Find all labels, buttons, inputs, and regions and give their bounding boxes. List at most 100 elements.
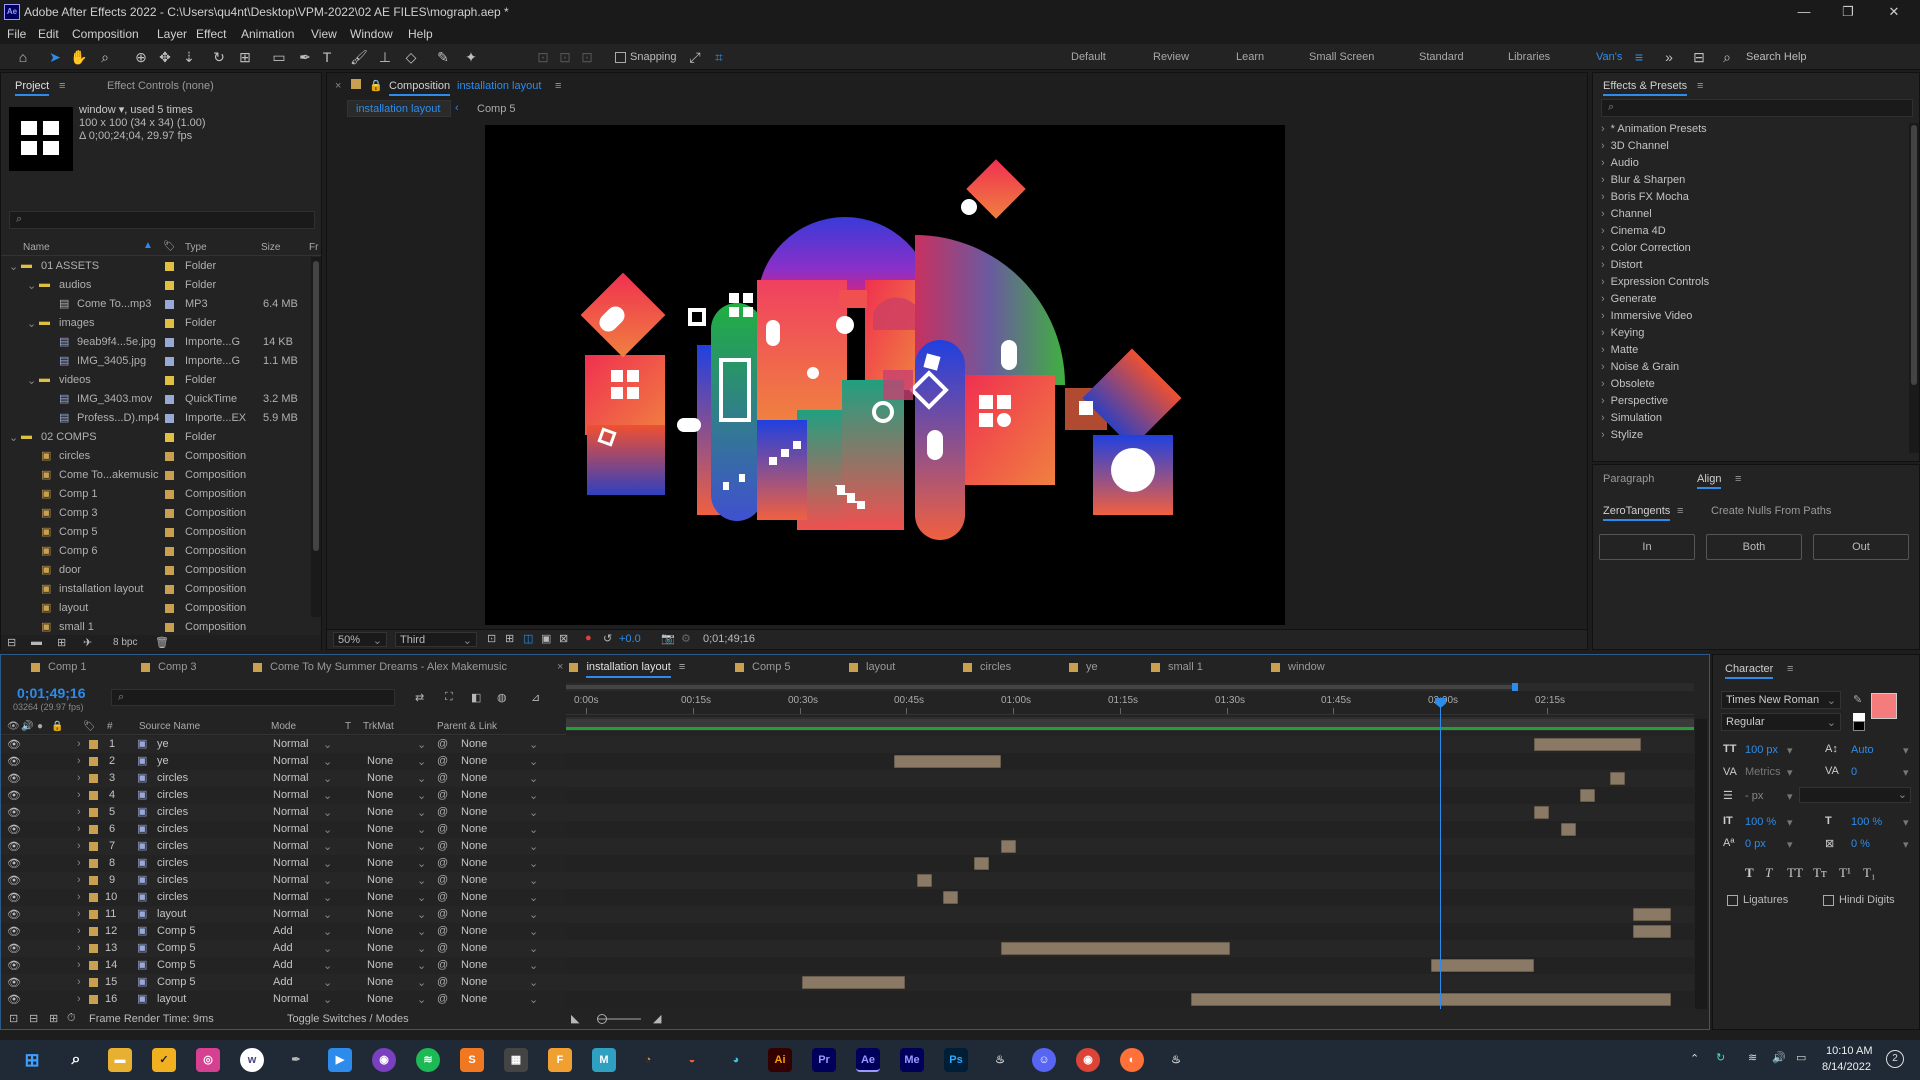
eye-icon[interactable]: 👁 [7,891,21,904]
pick-whip-icon[interactable]: @ [437,874,448,886]
track-row[interactable] [566,753,1694,770]
new-composition-icon[interactable]: ⊞ [57,636,66,649]
workspace-review[interactable]: Review [1153,51,1189,63]
chevron-down-icon[interactable]: ⌄ [417,840,426,853]
layer-parent[interactable]: None [461,772,487,784]
chevron-down-icon[interactable]: ⌄ [323,823,332,836]
notification-badge[interactable]: 2 [1886,1050,1904,1068]
timeline-tab[interactable]: layout [849,661,895,673]
instagram-icon[interactable]: ◎ [196,1048,220,1072]
layer-row[interactable]: 👁 › 14 ▣ Comp 5 Add ⌄ None ⌄ @ None ⌄ [1,957,566,974]
zoom-tool-icon[interactable]: ⌕ [96,48,114,66]
vertical-scale-value[interactable]: 100 % [1745,816,1776,828]
menu-help[interactable]: Help [408,27,433,41]
effects-search-input[interactable]: ⌕ [1601,99,1913,117]
tab-project[interactable]: Project [15,80,50,96]
chevron-down-icon[interactable]: ⌄ [529,840,538,853]
track-row[interactable] [566,736,1694,753]
eye-icon[interactable]: 👁 [7,908,21,921]
composition-viewer[interactable] [485,125,1285,625]
effect-category[interactable]: Generate [1601,293,1657,305]
layer-label-swatch[interactable] [89,961,98,970]
tray-chevron-icon[interactable]: ⌃ [1690,1052,1699,1065]
project-item[interactable]: ▣ Comp 1 Composition [1,485,311,504]
chevron-right-icon[interactable]: › [77,942,81,954]
layer-trkmat[interactable]: None [367,755,393,767]
layer-row[interactable]: 👁 › 16 ▣ layout Normal ⌄ None ⌄ @ None ⌄ [1,991,566,1008]
layer-trkmat[interactable]: None [367,891,393,903]
render-queue-icon[interactable]: ✈ [83,636,92,649]
chevron-down-icon[interactable]: ▾ [1903,838,1909,851]
project-item[interactable]: ⌄ ▬ videos Folder [1,371,311,390]
menu-effect[interactable]: Effect [196,27,226,41]
chevron-down-icon[interactable]: ⌄ [529,823,538,836]
layer-name[interactable]: Comp 5 [157,959,196,971]
layer-label-swatch[interactable] [89,757,98,766]
pen-tool-icon[interactable]: ✒ [296,48,314,66]
superscript-icon[interactable]: T¹ [1839,865,1851,881]
effect-category[interactable]: Immersive Video [1601,310,1693,322]
chevron-down-icon[interactable]: ⌄ [417,823,426,836]
layer-parent[interactable]: None [461,823,487,835]
new-folder-icon[interactable]: ▬ [31,636,42,648]
snap-edges-icon[interactable]: ⤢ [686,48,704,66]
source-name-header[interactable]: Source Name [139,721,200,732]
chevron-down-icon[interactable]: ▾ [1787,766,1793,779]
sublime-text-icon[interactable]: S [460,1048,484,1072]
layer-name[interactable]: Comp 5 [157,925,196,937]
col-type[interactable]: Type [185,242,207,253]
chevron-down-icon[interactable]: ⌄ [323,925,332,938]
layer-trkmat[interactable]: None [367,942,393,954]
effect-category[interactable]: Color Correction [1601,242,1691,254]
layer-row[interactable]: 👁 › 5 ▣ circles Normal ⌄ None ⌄ @ None ⌄ [1,804,566,821]
tab-zerotangents[interactable]: ZeroTangents [1603,505,1671,521]
chevron-right-icon[interactable]: › [77,789,81,801]
chevron-right-icon[interactable]: › [77,823,81,835]
horizontal-scale-value[interactable]: 100 % [1851,816,1882,828]
eye-icon[interactable]: 👁 [7,874,21,887]
label-swatch[interactable] [165,319,174,328]
chevron-down-icon[interactable]: ⌄ [529,738,538,751]
parent-header[interactable]: Parent & Link [437,721,497,732]
eye-icon[interactable]: 👁 [7,976,21,989]
menu-view[interactable]: View [311,27,337,41]
menu-composition[interactable]: Composition [72,27,139,41]
layer-mode[interactable]: Add [273,942,293,954]
chevron-right-icon[interactable]: › [77,806,81,818]
layer-name[interactable]: circles [157,857,188,869]
layer-label-swatch[interactable] [89,927,98,936]
pan-camera-icon[interactable]: ✥ [156,48,174,66]
layer-parent[interactable]: None [461,976,487,988]
more-workspaces-icon[interactable]: » [1660,48,1678,66]
layer-label-swatch[interactable] [89,825,98,834]
snapping-checkbox[interactable] [615,52,626,63]
all-caps-icon[interactable]: TT [1787,865,1803,881]
mask-visibility-icon[interactable]: ◫ [523,632,533,645]
label-swatch[interactable] [165,376,174,385]
layer-trkmat[interactable]: None [367,959,393,971]
layer-duration-bar[interactable] [917,874,932,887]
menu-file[interactable]: File [7,27,26,41]
timeline-tab[interactable]: circles [963,661,1011,673]
chevron-down-icon[interactable]: ⌄ [417,959,426,972]
layer-mode[interactable]: Normal [273,993,308,1005]
layer-duration-bar[interactable] [1534,738,1641,751]
layer-row[interactable]: 👁 › 1 ▣ ye Normal ⌄ ⌄ @ None ⌄ [1,736,566,753]
label-swatch[interactable] [165,414,174,423]
layer-duration-bar[interactable] [894,755,1001,768]
chevron-down-icon[interactable]: ⌄ [417,772,426,785]
discord-icon[interactable]: ☺ [1032,1048,1056,1072]
puppet-pin-icon[interactable]: ✦ [462,48,480,66]
project-item[interactable]: ▤ Profess...D).mp4 Importe...EX 5.9 MB [1,409,311,428]
pick-whip-icon[interactable]: @ [437,857,448,869]
chevron-down-icon[interactable]: ▾ [1903,816,1909,829]
chevron-down-icon[interactable]: ⌄ [323,772,332,785]
timeline-tab[interactable]: Comp 1 [31,661,87,673]
chevron-down-icon[interactable]: ⌄ [27,374,36,387]
breadcrumb-active[interactable]: installation layout [347,100,451,117]
firefox-icon[interactable]: ◐ [1120,1048,1144,1072]
roto-brush-icon[interactable]: ✎ [434,48,452,66]
comp-menu-icon[interactable]: ≡ [555,80,561,92]
track-row[interactable] [566,872,1694,889]
layer-label-swatch[interactable] [89,791,98,800]
